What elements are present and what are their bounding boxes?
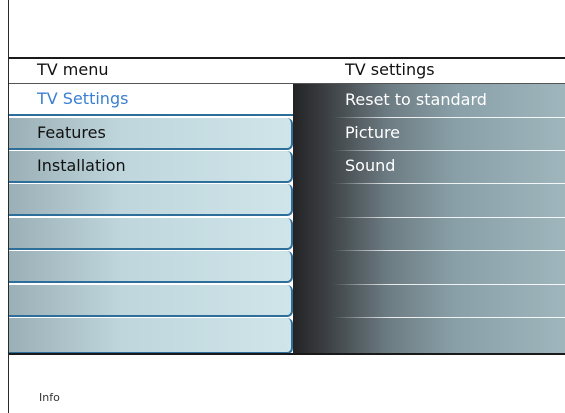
menu-item-label: Features: [37, 123, 106, 142]
submenu-item-reset-to-standard[interactable]: Reset to standard: [293, 84, 565, 117]
menu-item-label: TV Settings: [37, 89, 129, 108]
main-menu-list: TV Settings Features Installation: [9, 84, 293, 354]
menu-item-empty: [9, 184, 293, 216]
menu-item-empty: [9, 251, 293, 283]
menu-title: TV menu: [37, 60, 109, 79]
bottom-divider: [9, 353, 565, 355]
submenu-item-label: Picture: [345, 123, 401, 142]
info-label: Info: [39, 391, 60, 404]
menu-item-features[interactable]: Features: [9, 118, 293, 150]
submenu-title: TV settings: [345, 60, 435, 79]
menu-header: TV menu TV settings: [9, 59, 565, 84]
menu-item-empty: [9, 285, 293, 317]
menu-item-tv-settings[interactable]: TV Settings: [9, 84, 293, 116]
menu-item-installation[interactable]: Installation: [9, 151, 293, 183]
menu-item-empty: [9, 218, 293, 250]
submenu-item-sound[interactable]: Sound: [293, 150, 565, 183]
tv-menu-screen: TV menu TV settings TV Settings Features…: [8, 0, 565, 413]
submenu-list: Reset to standard Picture Sound: [293, 84, 565, 354]
submenu-item-empty: [293, 284, 565, 317]
submenu-item-empty: [293, 250, 565, 283]
submenu-item-empty: [293, 183, 565, 216]
submenu-item-picture[interactable]: Picture: [293, 117, 565, 150]
submenu-item-label: Sound: [345, 156, 396, 175]
submenu-item-empty: [293, 317, 565, 350]
submenu-item-empty: [293, 217, 565, 250]
menu-item-label: Installation: [37, 156, 126, 175]
submenu-item-label: Reset to standard: [345, 90, 487, 109]
menu-item-empty: [9, 318, 293, 354]
